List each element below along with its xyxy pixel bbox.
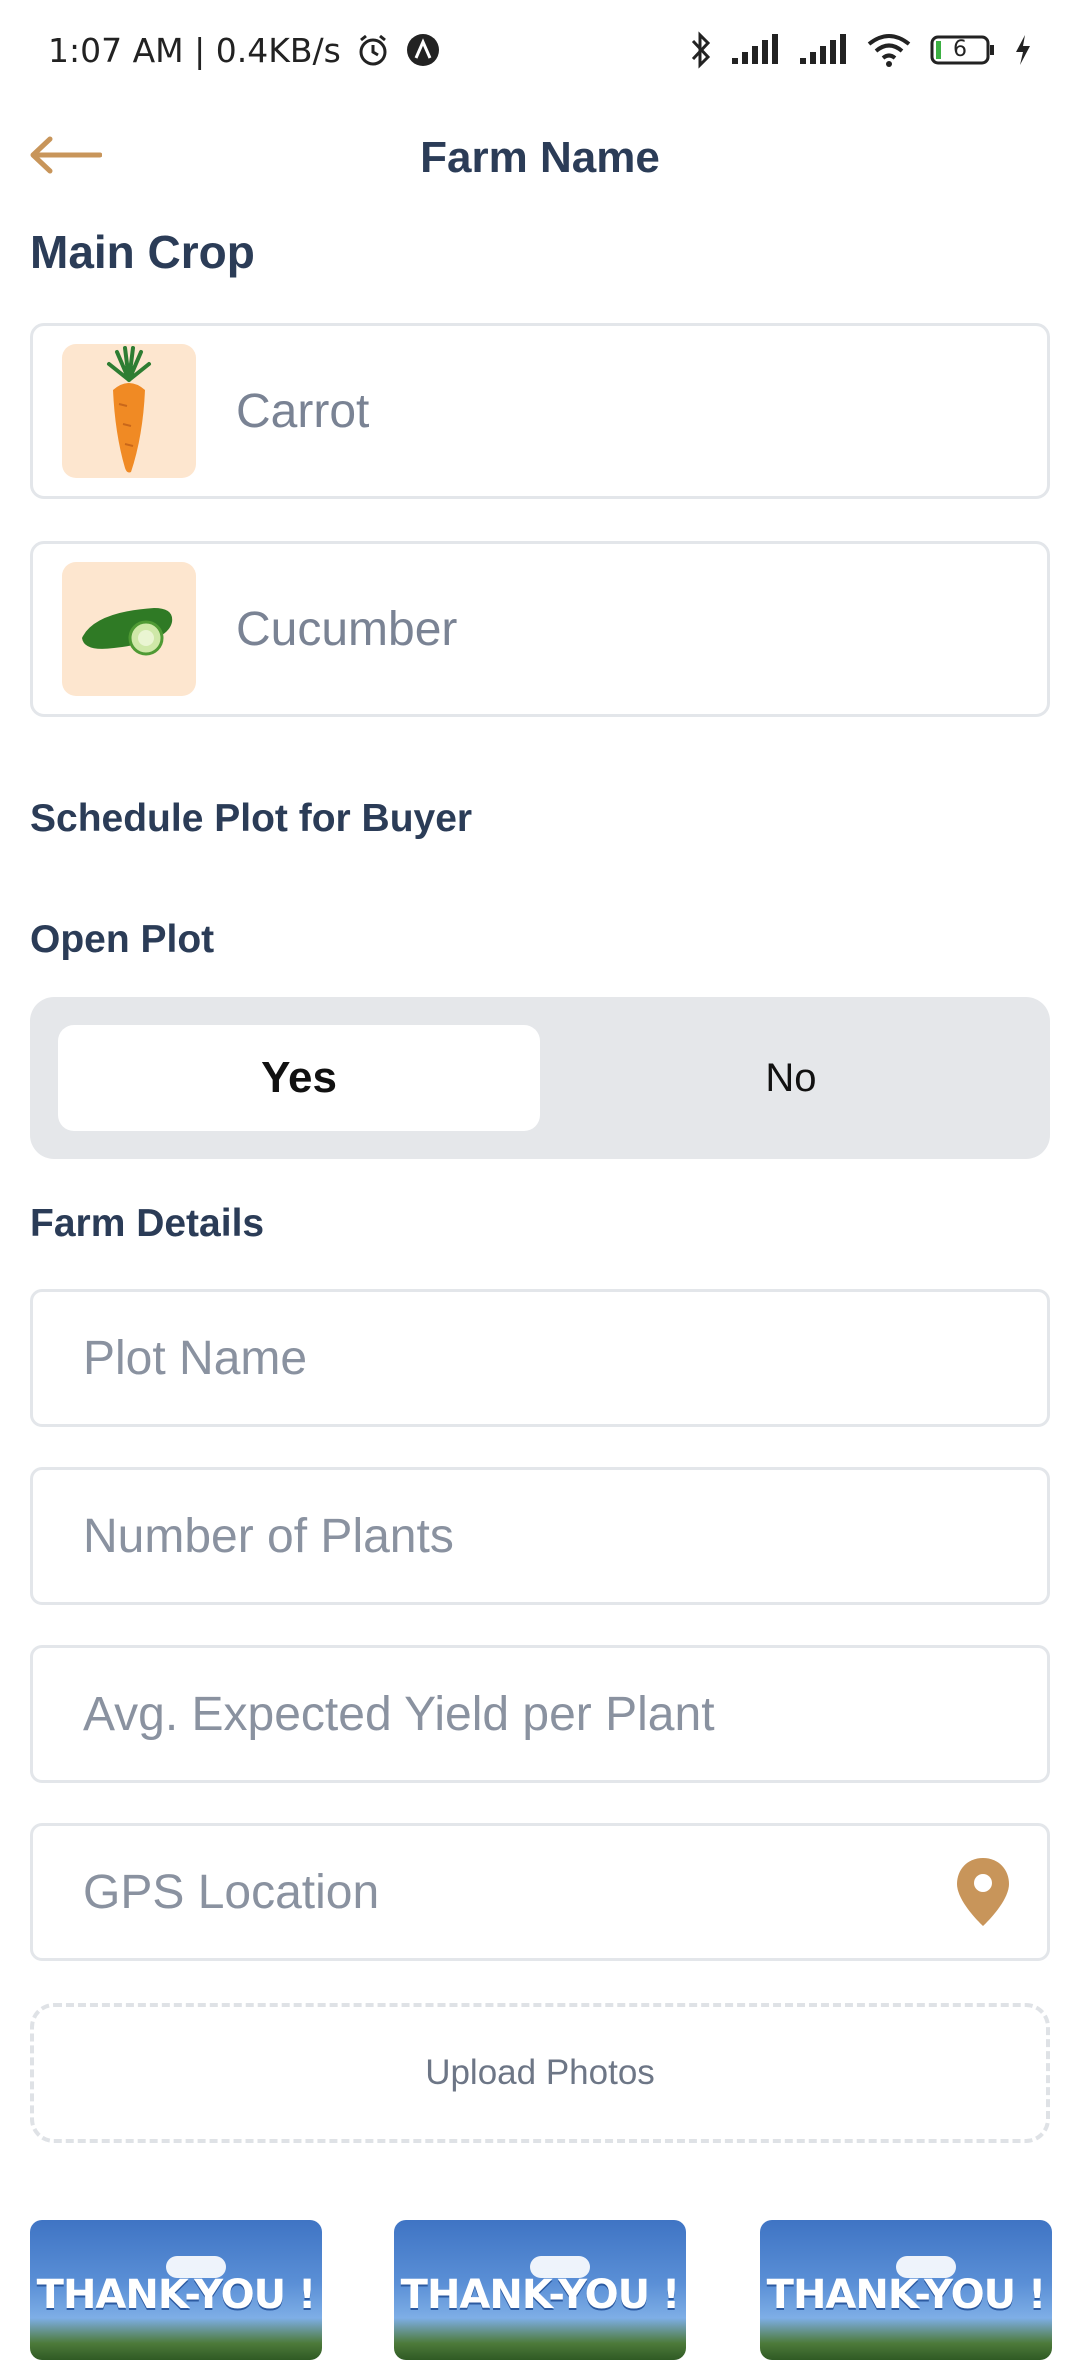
app-notification-icon (405, 32, 441, 68)
photo-text: THANK-YOU ! (400, 2272, 681, 2318)
plot-name-field[interactable]: Plot Name (30, 1289, 1050, 1427)
signal-icon-2 (798, 34, 848, 66)
number-of-plants-field[interactable]: Number of Plants (30, 1467, 1050, 1605)
wifi-icon (866, 33, 912, 67)
signal-icon (730, 34, 780, 66)
photo-thumbnail[interactable]: THANK-YOU ! (394, 2220, 686, 2360)
gps-location-field[interactable]: GPS Location (30, 1823, 1050, 1961)
number-of-plants-placeholder: Number of Plants (83, 1509, 454, 1563)
alarm-icon (355, 32, 391, 68)
location-pin-icon[interactable] (955, 1856, 1011, 1933)
battery-icon: 6 (930, 35, 996, 65)
battery-level: 6 (953, 37, 967, 62)
header: Farm Name (0, 100, 1080, 230)
status-right: 6 (690, 31, 1032, 69)
status-time: 1:07 AM | 0.4KB/s (48, 30, 341, 70)
gps-location-placeholder: GPS Location (83, 1865, 380, 1919)
avg-yield-field[interactable]: Avg. Expected Yield per Plant (30, 1645, 1050, 1783)
open-plot-title: Open Plot (30, 918, 215, 961)
page-title: Farm Name (420, 133, 660, 182)
photo-thumbnail[interactable]: THANK-YOU ! (760, 2220, 1052, 2360)
open-plot-toggle: Yes No (30, 997, 1050, 1159)
crop-card-carrot[interactable]: Carrot (30, 323, 1050, 499)
open-plot-yes-option[interactable]: Yes (58, 1025, 540, 1131)
farm-details-title: Farm Details (30, 1202, 265, 1245)
charging-icon (1014, 34, 1032, 66)
photo-thumbnail[interactable]: THANK-YOU ! (30, 2220, 322, 2360)
crop-label-carrot: Carrot (236, 384, 370, 438)
cucumber-icon (62, 562, 196, 696)
photo-text: THANK-YOU ! (36, 2272, 317, 2318)
photo-text: THANK-YOU ! (766, 2272, 1047, 2318)
open-plot-no-option[interactable]: No (560, 1025, 1022, 1131)
schedule-plot-title[interactable]: Schedule Plot for Buyer (30, 797, 472, 841)
upload-photos-button[interactable]: Upload Photos (30, 2003, 1050, 2143)
avg-yield-placeholder: Avg. Expected Yield per Plant (83, 1687, 715, 1741)
crop-card-cucumber[interactable]: Cucumber (30, 541, 1050, 717)
carrot-icon (62, 344, 196, 478)
main-crop-title: Main Crop (30, 226, 255, 278)
status-left: 1:07 AM | 0.4KB/s (48, 31, 441, 70)
status-bar: 1:07 AM | 0.4KB/s 6 (0, 0, 1080, 100)
plot-name-placeholder: Plot Name (83, 1331, 308, 1385)
crop-label-cucumber: Cucumber (236, 602, 458, 656)
bluetooth-icon (690, 31, 712, 69)
